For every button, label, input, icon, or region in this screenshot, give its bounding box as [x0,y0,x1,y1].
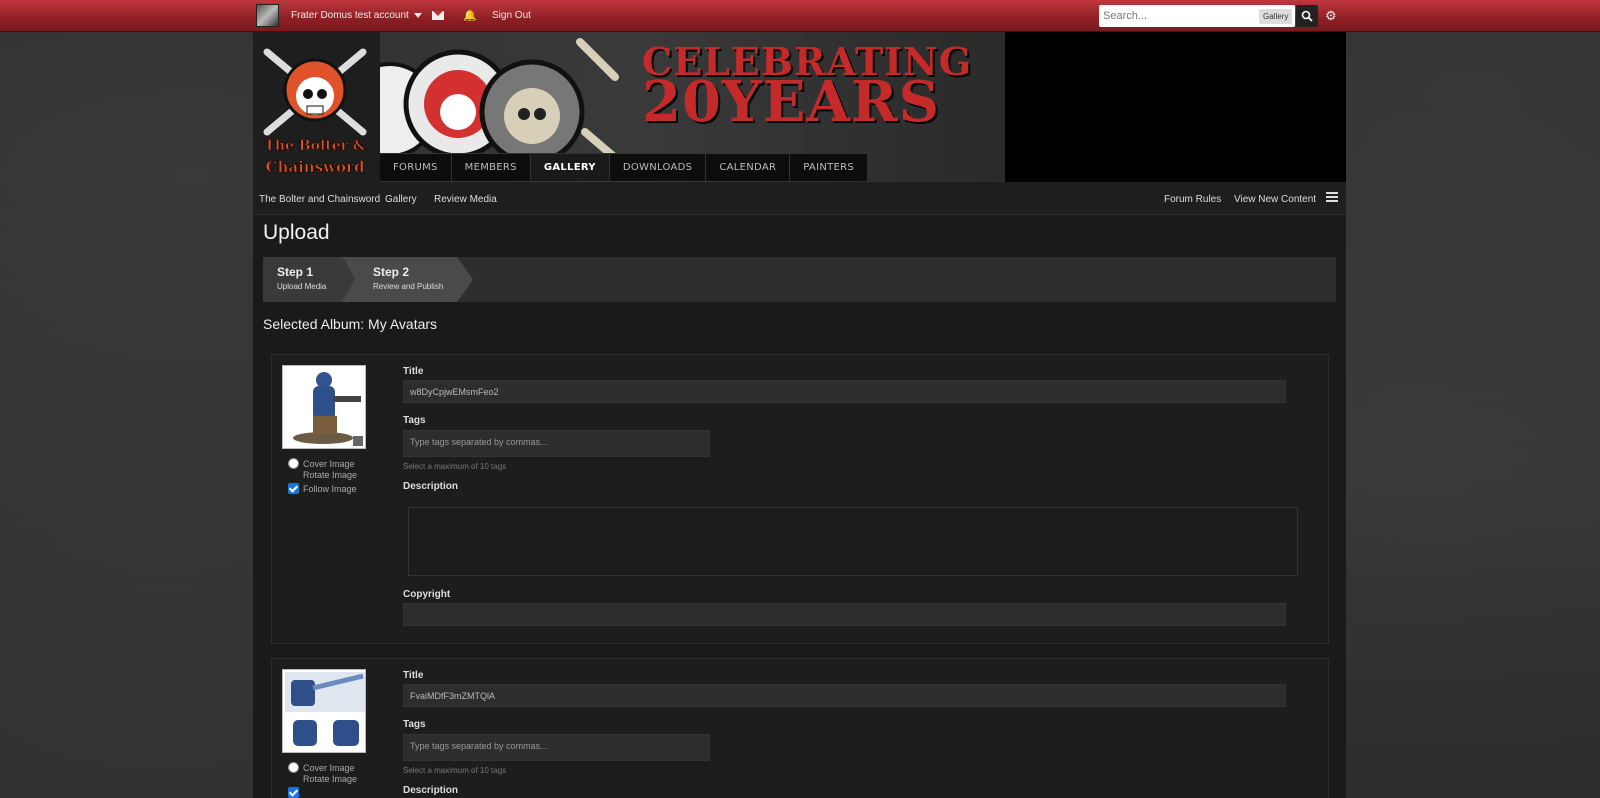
search-button[interactable] [1296,5,1318,27]
tags-input[interactable]: Type tags separated by commas... [403,734,710,761]
step-divider [343,257,355,301]
step-2-label: Review and Publish [373,282,444,291]
gear-icon[interactable]: ⚙ [1325,8,1337,24]
tags-label: Tags [403,415,426,426]
nav-item-forums[interactable]: FORUMS [380,154,452,181]
user-avatar[interactable] [256,4,279,27]
site-logo[interactable]: The Bolter & Chainsword [253,32,380,182]
search-icon [1301,10,1313,22]
cover-image-option[interactable]: Cover Image [288,458,355,469]
cover-image-option[interactable]: Cover Image [288,762,355,773]
selected-album-heading: Selected Album: My Avatars [263,316,438,332]
crumb-review-media[interactable]: Review Media [434,194,497,205]
media-thumbnail[interactable] [282,365,366,449]
upload-steps: Step 1 Upload Media Step 2 Review and Pu… [263,257,1336,302]
step-2[interactable]: Step 2 Review and Publish [341,257,473,302]
nav-item-members[interactable]: MEMBERS [452,154,531,181]
bell-icon[interactable]: 🔔 [463,9,477,22]
step-2-number: Step 2 [373,265,410,279]
rotate-image-option[interactable]: Rotate Image [303,470,357,480]
forum-rules-link[interactable]: Forum Rules [1164,194,1221,205]
nav-item-downloads[interactable]: DOWNLOADS [610,154,707,181]
miniature-image-icon [293,372,363,446]
media-thumbnail[interactable] [282,669,366,753]
nav-item-gallery[interactable]: GALLERY [530,154,610,181]
tags-hint: Select a maximum of 10 tags [403,462,507,471]
follow-image-label: Follow Image [303,483,357,494]
title-label: Title [403,366,424,377]
miniature-image-icon [285,672,365,752]
rotate-image-option[interactable]: Rotate Image [303,774,357,784]
view-new-content-link[interactable]: View New Content [1234,194,1316,205]
nav-item-calendar[interactable]: CALENDAR [706,154,791,181]
description-editor[interactable] [408,507,1298,576]
search-box: Gallery [1099,5,1295,27]
copyright-label: Copyright [403,589,451,600]
activity-list-icon[interactable] [1326,192,1338,202]
follow-image-option[interactable] [288,787,299,798]
page-wrapper: The Bolter & Chainsword CELEBRATING 20YE… [253,32,1346,798]
nav-item-painters[interactable]: PAINTERS [790,154,869,181]
title-input[interactable]: w8DyCpjwEMsmFeo2 [403,380,1286,403]
account-menu[interactable]: Frater Domus test account [291,10,422,21]
title-input[interactable]: FvaiMDfF3mZMTQlA [403,684,1286,707]
cover-image-radio[interactable] [288,762,299,773]
chevron-down-icon [413,13,422,18]
description-label: Description [403,785,459,796]
media-item: Cover Image Rotate Image Follow Image Ti… [271,354,1329,644]
follow-image-checkbox[interactable] [288,483,299,494]
rotate-image-label: Rotate Image [303,470,358,480]
follow-image-checkbox[interactable] [288,787,299,798]
search-input[interactable] [1099,5,1257,27]
cover-image-label: Cover Image [303,458,355,469]
sign-out-link[interactable]: Sign Out [492,10,531,21]
breadcrumb: The Bolter and Chainsword Gallery Review… [253,182,1346,215]
copyright-input[interactable] [403,603,1286,626]
crumb-gallery[interactable]: Gallery [385,194,417,205]
tags-input[interactable]: Type tags separated by commas... [403,430,710,457]
media-item: Cover Image Rotate Image Title FvaiMDfF3… [271,658,1329,798]
cover-image-radio[interactable] [288,458,299,469]
banner-heading: CELEBRATING 20YEARS [642,42,972,135]
user-bar: Frater Domus test account 🔔 Sign Out Gal… [0,0,1600,32]
svg-text:Chainsword: Chainsword [266,158,365,176]
svg-text:The Bolter &: The Bolter & [264,138,365,154]
banner-line-2: 20YEARS [642,69,941,135]
title-label: Title [403,670,424,681]
crumb-home[interactable]: The Bolter and Chainsword [259,194,380,205]
mail-icon[interactable] [432,11,444,20]
follow-image-option[interactable]: Follow Image [288,483,357,494]
search-scope-button[interactable]: Gallery [1259,9,1293,24]
page-title: Upload [263,221,330,244]
tags-hint: Select a maximum of 10 tags [403,766,507,775]
step-1-label: Upload Media [277,282,327,291]
step-1-number: Step 1 [277,265,314,279]
skull-logo-icon: The Bolter & Chainsword [263,48,367,176]
rotate-image-label: Rotate Image [303,774,358,784]
tags-label: Tags [403,719,426,730]
cover-image-label: Cover Image [303,762,355,773]
site-header: The Bolter & Chainsword CELEBRATING 20YE… [253,32,1346,182]
description-label: Description [403,481,459,492]
step-1[interactable]: Step 1 Upload Media [263,257,343,302]
account-name: Frater Domus test account [291,10,409,21]
main-nav: FORUMS MEMBERS GALLERY DOWNLOADS CALENDAR PAI… [380,153,869,181]
